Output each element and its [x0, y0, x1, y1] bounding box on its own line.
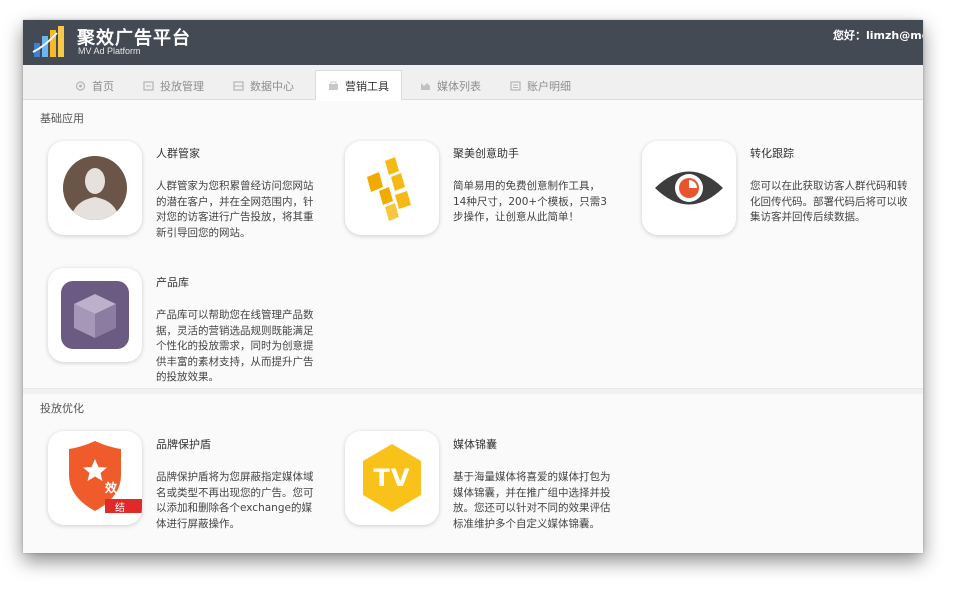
tab-account-details[interactable]: 账户明细 — [510, 71, 571, 100]
creative-blocks-icon — [367, 157, 411, 221]
media-bag-card[interactable]: TV — [345, 431, 439, 525]
tools-icon — [328, 81, 339, 91]
media-bag-title[interactable]: 媒体锦囊 — [453, 436, 497, 452]
brand-shield-desc: 品牌保护盾将为您屏蔽指定媒体域名或类型不再出现您的广告。您可以添加和删除各个ex… — [156, 471, 314, 530]
app-window: 聚效广告平台 MV Ad Platform 您好：limzh@mee 首页 投放… — [23, 20, 923, 553]
creative-assistant-card[interactable] — [345, 141, 439, 235]
media-icon — [420, 81, 431, 91]
conversion-tracking-card[interactable] — [642, 141, 736, 235]
shield-ribbon-text: 结 — [115, 503, 125, 514]
shield-icon — [69, 441, 142, 513]
tab-label: 营销工具 — [345, 79, 389, 93]
audience-manager-title[interactable]: 人群管家 — [156, 145, 200, 161]
eye-icon — [655, 171, 723, 205]
brand-shield-card[interactable]: 效 结 — [48, 431, 142, 525]
creative-assistant-title[interactable]: 聚美创意助手 — [453, 145, 519, 161]
brand-shield-title[interactable]: 品牌保护盾 — [156, 436, 211, 452]
home-icon — [75, 80, 86, 91]
audience-manager-desc: 人群管家为您积累曾经访问您网站的潜在客户，并在全网范围内，针对您的访客进行广告投… — [156, 180, 314, 239]
section-title-optimize: 投放优化 — [40, 402, 84, 415]
section-title-basic: 基础应用 — [40, 112, 84, 125]
conversion-tracking-desc: 您可以在此获取访客人群代码和转化回传代码。部署代码后将可以收集访客并回传后续数据… — [750, 180, 908, 223]
user-greeting[interactable]: 您好：limzh@mee — [833, 27, 923, 43]
tab-label: 投放管理 — [160, 79, 204, 93]
tab-campaign-management[interactable]: 投放管理 — [143, 71, 204, 100]
user-avatar-icon — [63, 156, 127, 220]
shield-badge-text: 效 — [105, 481, 118, 495]
account-icon — [510, 80, 521, 91]
product-library-desc: 产品库可以帮助您在线管理产品数据，灵活的营销选品规则既能满足个性化的投放需求，同… — [156, 309, 314, 383]
product-library-title[interactable]: 产品库 — [156, 274, 189, 290]
brand-subtitle: MV Ad Platform — [78, 46, 141, 56]
tab-label: 首页 — [92, 79, 114, 93]
conversion-tracking-title[interactable]: 转化跟踪 — [750, 145, 794, 161]
campaign-icon — [143, 80, 154, 91]
product-box-icon — [61, 281, 129, 349]
audience-manager-card[interactable] — [48, 141, 142, 235]
tab-label: 账户明细 — [527, 79, 571, 93]
tab-home[interactable]: 首页 — [75, 71, 114, 100]
media-bag-logo-text: TV — [373, 464, 411, 492]
brand-logo-icon[interactable] — [31, 24, 67, 60]
tab-marketing-tools[interactable]: 营销工具 — [315, 70, 402, 101]
section-divider — [23, 388, 923, 394]
main-nav: 首页 投放管理 数据中心 营销工具 媒体列表 账户明细 — [23, 65, 923, 101]
tab-media-list[interactable]: 媒体列表 — [420, 71, 481, 100]
creative-assistant-desc: 简单易用的免费创意制作工具，14种尺寸，200+个模板，只需3步操作，让创意从此… — [453, 180, 607, 223]
tab-label: 数据中心 — [250, 79, 294, 93]
data-icon — [233, 80, 244, 91]
product-library-card[interactable] — [48, 268, 142, 362]
tab-label: 媒体列表 — [437, 79, 481, 93]
top-bar: 聚效广告平台 MV Ad Platform 您好：limzh@mee — [23, 20, 923, 65]
tab-data-center[interactable]: 数据中心 — [233, 71, 294, 100]
media-bag-desc: 基于海量媒体将喜爱的媒体打包为媒体锦囊，并在推广组中选择并投放。您还可以针对不同… — [453, 471, 611, 530]
